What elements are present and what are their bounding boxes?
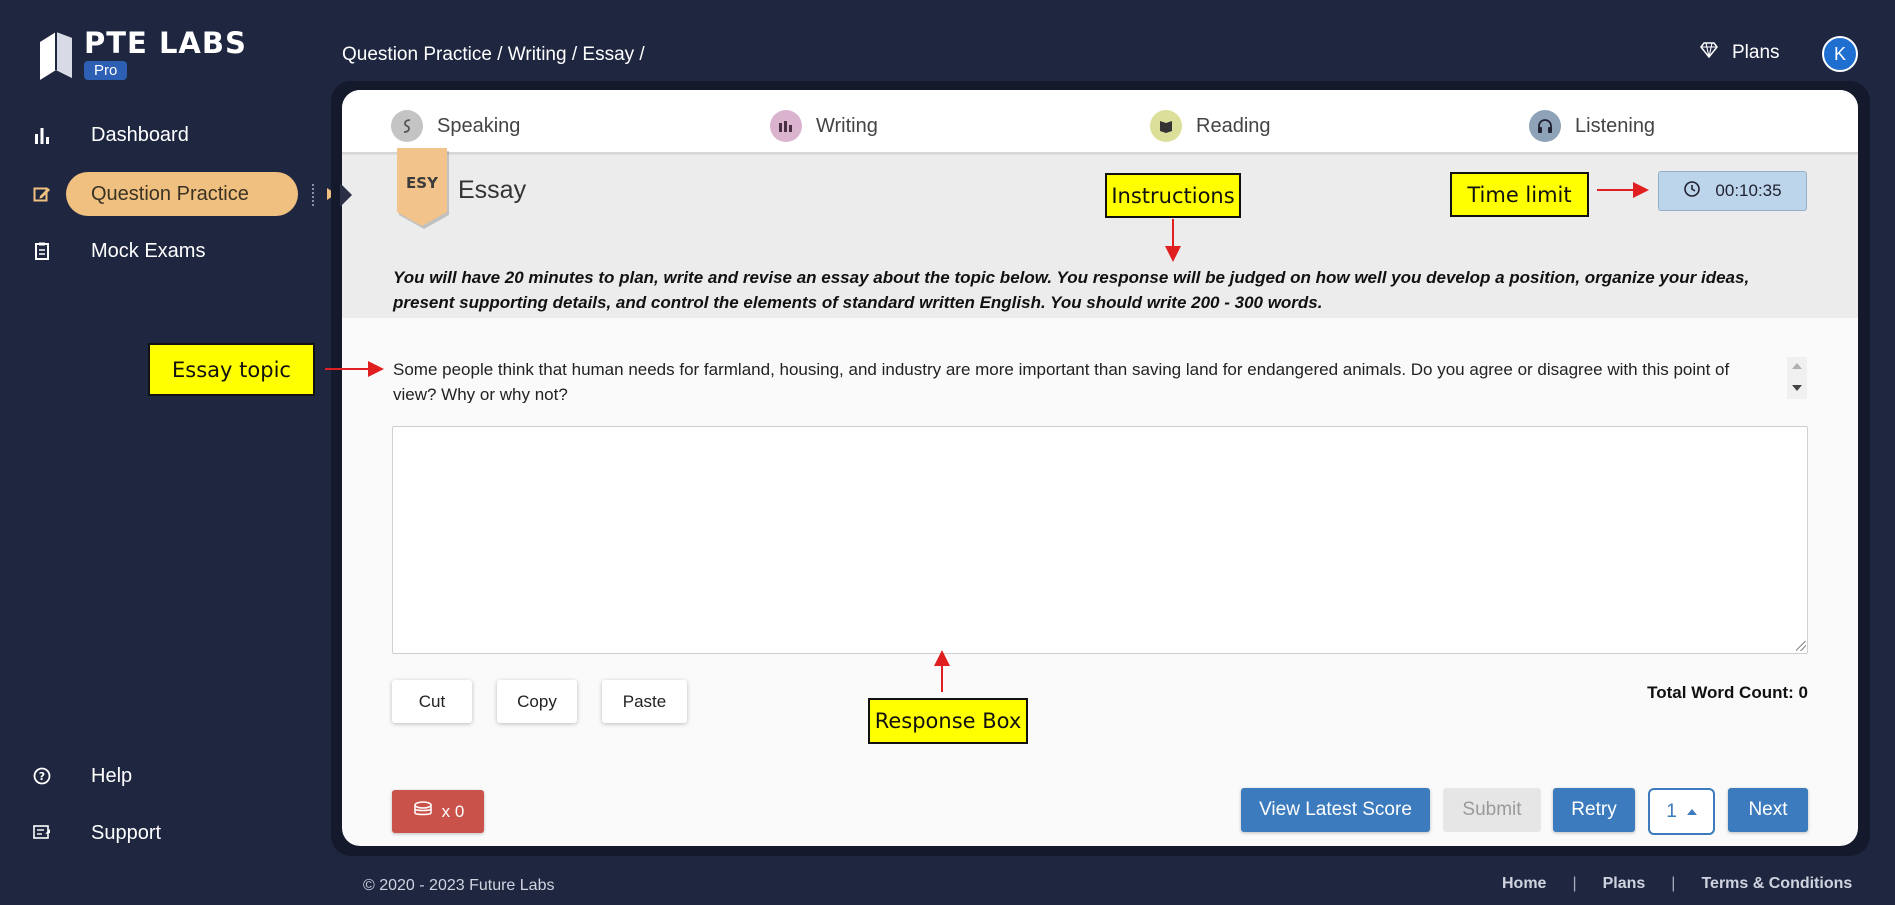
tab-label: Writing	[816, 114, 878, 137]
sidebar-item-label: Question Practice	[91, 182, 249, 205]
scroll-up-icon[interactable]	[1792, 363, 1802, 369]
copy-button[interactable]: Copy	[497, 680, 577, 723]
reading-icon	[1150, 110, 1182, 142]
writing-icon	[770, 110, 802, 142]
coins-button[interactable]: x 0	[392, 790, 484, 833]
logo[interactable]: PTE LABS Pro	[38, 26, 246, 86]
footer-separator: |	[1671, 875, 1676, 892]
response-textarea[interactable]	[392, 426, 1808, 654]
plan-badge: Pro	[84, 61, 128, 80]
help-icon: ?	[32, 766, 52, 786]
topic-scrollbar[interactable]	[1787, 357, 1807, 399]
footer-link-terms[interactable]: Terms & Conditions	[1701, 875, 1852, 893]
skill-tabs: Speaking Writing Reading Listening	[342, 90, 1858, 154]
clipboard-icon	[32, 241, 52, 261]
scroll-down-icon[interactable]	[1792, 385, 1802, 391]
sidebar-item-mock-exams[interactable]: Mock Exams	[0, 229, 310, 273]
paste-button[interactable]: Paste	[602, 680, 687, 723]
coins-icon	[412, 800, 434, 823]
logo-book-icon	[40, 32, 72, 80]
sidebar-item-label: Support	[91, 821, 162, 844]
tab-label: Listening	[1575, 114, 1656, 137]
edit-icon	[32, 184, 52, 204]
tab-label: Reading	[1196, 114, 1271, 137]
speaking-icon	[391, 110, 423, 142]
resize-handle[interactable]	[1796, 641, 1806, 651]
avatar[interactable]: K	[1822, 36, 1858, 72]
clock-icon	[1683, 180, 1701, 203]
support-icon	[32, 823, 52, 843]
headphones-icon	[1529, 110, 1561, 142]
tab-label: Speaking	[437, 114, 521, 137]
plans-label: Plans	[1732, 42, 1780, 63]
question-number-select[interactable]: 1	[1648, 788, 1715, 835]
question-title: Essay	[458, 176, 527, 204]
sidebar-item-help[interactable]: ? Help	[0, 754, 310, 798]
sidebar-item-label: Dashboard	[91, 123, 189, 146]
question-type-badge: ESY	[397, 148, 447, 226]
bar-chart-icon	[32, 125, 52, 145]
footer-link-home[interactable]: Home	[1502, 875, 1546, 893]
footer-link-plans[interactable]: Plans	[1603, 875, 1646, 893]
plans-link[interactable]: Plans	[1700, 42, 1780, 64]
instructions-text: You will have 20 minutes to plan, write …	[393, 268, 1750, 312]
logo-title: PTE LABS	[84, 26, 247, 60]
retry-button[interactable]: Retry	[1553, 788, 1635, 832]
submit-button[interactable]: Submit	[1443, 788, 1541, 832]
annotation-response-box: Response Box	[868, 698, 1028, 744]
sidebar-item-dashboard[interactable]: Dashboard	[0, 113, 310, 157]
svg-text:?: ?	[39, 770, 45, 783]
annotation-time-limit: Time limit	[1450, 172, 1589, 217]
view-latest-score-button[interactable]: View Latest Score	[1241, 788, 1430, 832]
next-button[interactable]: Next	[1728, 788, 1808, 832]
sidebar-item-support[interactable]: Support	[0, 811, 310, 855]
footer-links: Home | Plans | Terms & Conditions	[1502, 875, 1852, 893]
tab-writing[interactable]: Writing	[770, 110, 878, 142]
sidebar-item-label: Mock Exams	[91, 239, 206, 262]
annotation-essay-topic: Essay topic	[148, 343, 315, 396]
tab-speaking[interactable]: Speaking	[391, 110, 520, 142]
copyright: © 2020 - 2023 Future Labs	[363, 877, 555, 894]
active-indicator	[340, 183, 352, 207]
diamond-icon	[1700, 42, 1718, 64]
footer-separator: |	[1572, 875, 1577, 892]
question-number: 1	[1666, 800, 1677, 822]
tab-listening[interactable]: Listening	[1529, 110, 1655, 142]
coins-count: x 0	[441, 801, 465, 821]
sidebar-item-label: Help	[91, 764, 133, 787]
word-count: Total Word Count: 0	[1647, 683, 1808, 702]
timer-value: 00:10:35	[1715, 181, 1782, 200]
annotation-instructions: Instructions	[1105, 173, 1241, 218]
divider	[312, 184, 314, 206]
caret-up-icon	[1686, 808, 1697, 815]
breadcrumb[interactable]: Question Practice / Writing / Essay /	[342, 44, 645, 66]
cut-button[interactable]: Cut	[392, 680, 472, 723]
essay-topic-text: Some people think that human needs for f…	[393, 360, 1730, 403]
timer: 00:10:35	[1658, 171, 1807, 211]
sidebar-item-question-practice[interactable]: Question Practice	[0, 172, 336, 216]
tab-reading[interactable]: Reading	[1150, 110, 1271, 142]
